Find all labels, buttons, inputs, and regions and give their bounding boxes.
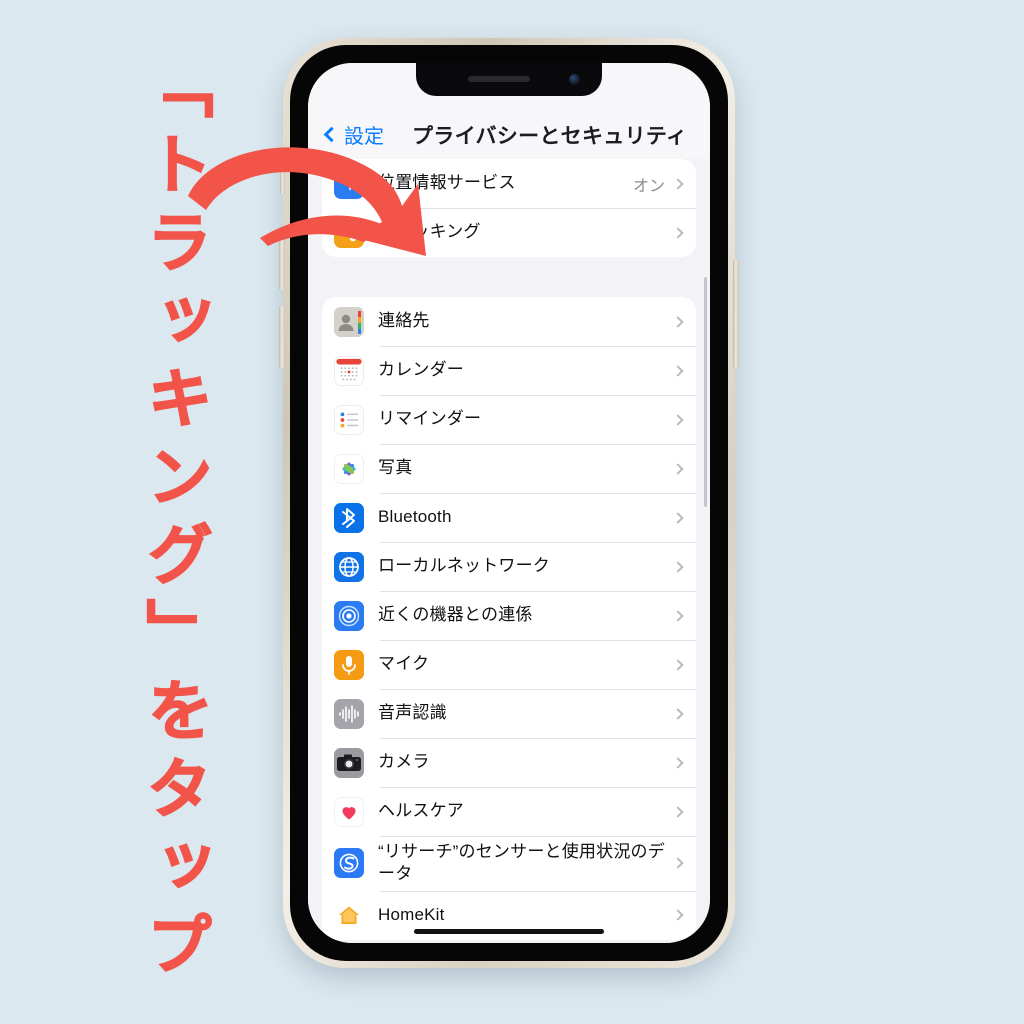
homekit-icon bbox=[334, 900, 364, 931]
bluetooth-icon bbox=[334, 502, 364, 533]
contacts-icon bbox=[334, 306, 364, 337]
settings-row[interactable]: 位置情報サービス オン bbox=[322, 159, 696, 208]
photos-icon bbox=[334, 453, 364, 484]
chevron-right-icon bbox=[672, 364, 684, 377]
settings-row-label: 音声認識 bbox=[378, 703, 447, 723]
back-button-label: 設定 bbox=[344, 126, 384, 148]
scrollbar[interactable] bbox=[704, 277, 707, 507]
settings-row-label: HomeKit bbox=[378, 905, 445, 925]
mute-switch-button[interactable] bbox=[280, 160, 285, 194]
nearby-interactions-icon bbox=[334, 600, 364, 631]
phone-screen: 設定 プライバシーとセキュリティ 位置情報サービス オントラッキング 連絡先カレンダ… bbox=[308, 63, 710, 943]
microphone-icon bbox=[334, 649, 364, 680]
settings-row-label: トラッキング bbox=[378, 222, 481, 242]
settings-row[interactable]: カメラ bbox=[322, 738, 696, 787]
page-title: プライバシーとセキュリティ bbox=[412, 125, 688, 148]
camera-icon bbox=[334, 747, 364, 778]
settings-row[interactable]: カレンダー bbox=[322, 346, 696, 395]
settings-row[interactable]: 音声認識 bbox=[322, 689, 696, 738]
chevron-left-icon bbox=[323, 126, 340, 143]
chevron-right-icon bbox=[672, 909, 684, 922]
settings-row[interactable]: 連絡先 bbox=[322, 297, 696, 346]
calendar-icon bbox=[334, 355, 364, 386]
annotation-text: 「トラッキング」をタップ bbox=[137, 51, 213, 989]
chevron-right-icon bbox=[672, 805, 684, 818]
settings-scroll-area[interactable]: 位置情報サービス オントラッキング 連絡先カレンダーリマインダー 写真 Bluetoot… bbox=[308, 159, 710, 943]
chevron-right-icon bbox=[672, 707, 684, 720]
power-button[interactable] bbox=[733, 260, 739, 368]
chevron-right-icon bbox=[672, 658, 684, 671]
reminders-icon bbox=[334, 404, 364, 435]
volume-up-button[interactable] bbox=[279, 228, 285, 290]
settings-row[interactable]: マイク bbox=[322, 640, 696, 689]
chevron-right-icon bbox=[672, 560, 684, 573]
front-camera-icon bbox=[569, 74, 580, 85]
chevron-right-icon bbox=[672, 511, 684, 524]
settings-row-label: 連絡先 bbox=[378, 311, 430, 331]
settings-row-label: マイク bbox=[378, 654, 430, 674]
settings-row-label: ローカルネットワーク bbox=[378, 556, 550, 576]
home-indicator[interactable] bbox=[414, 929, 604, 934]
settings-row-label: 近くの機器との連係 bbox=[378, 605, 533, 625]
settings-group: 連絡先カレンダーリマインダー 写真 Bluetooth ローカルネットワーク 近くの機器… bbox=[322, 297, 696, 940]
local-network-icon bbox=[334, 551, 364, 582]
chevron-right-icon bbox=[672, 857, 684, 870]
phone-bezel: 設定 プライバシーとセキュリティ 位置情報サービス オントラッキング 連絡先カレンダ… bbox=[290, 45, 728, 961]
settings-row-label: ヘルスケア bbox=[378, 801, 464, 821]
phone-mockup: 設定 プライバシーとセキュリティ 位置情報サービス オントラッキング 連絡先カレンダ… bbox=[279, 38, 739, 968]
settings-row[interactable]: 近くの機器との連係 bbox=[322, 591, 696, 640]
settings-row[interactable]: ヘルスケア bbox=[322, 787, 696, 836]
settings-row-label: 写真 bbox=[378, 458, 413, 478]
settings-group: 位置情報サービス オントラッキング bbox=[322, 159, 696, 257]
volume-down-button[interactable] bbox=[279, 306, 285, 368]
settings-row-label: リマインダー bbox=[378, 409, 482, 429]
settings-row[interactable]: Bluetooth bbox=[322, 493, 696, 542]
settings-row-label: Bluetooth bbox=[378, 507, 452, 527]
settings-row-label: カレンダー bbox=[378, 360, 464, 380]
earpiece-speaker-icon bbox=[468, 76, 530, 82]
tracking-icon bbox=[334, 217, 364, 248]
health-icon bbox=[334, 796, 364, 827]
settings-row-label: 位置情報サービス bbox=[378, 173, 516, 193]
chevron-right-icon bbox=[672, 177, 684, 190]
settings-row-label: カメラ bbox=[378, 752, 430, 772]
research-icon bbox=[334, 848, 364, 879]
settings-row[interactable]: “リサーチ”のセンサーと使用状況のデータ bbox=[322, 836, 696, 891]
chevron-right-icon bbox=[672, 315, 684, 328]
settings-row-value: オン bbox=[632, 177, 665, 195]
chevron-right-icon bbox=[672, 226, 684, 239]
back-button[interactable]: 設定 bbox=[323, 120, 384, 149]
chevron-right-icon bbox=[672, 462, 684, 475]
notch bbox=[416, 63, 602, 96]
chevron-right-icon bbox=[672, 756, 684, 769]
settings-row[interactable]: リマインダー bbox=[322, 395, 696, 444]
chevron-right-icon bbox=[672, 413, 684, 426]
settings-row-label: “リサーチ”のセンサーと使用状況のデータ bbox=[378, 842, 665, 884]
location-icon bbox=[334, 168, 364, 199]
speech-recognition-icon bbox=[334, 698, 364, 729]
settings-row[interactable]: ローカルネットワーク bbox=[322, 542, 696, 591]
settings-row[interactable]: トラッキング bbox=[322, 208, 696, 257]
chevron-right-icon bbox=[672, 609, 684, 622]
settings-row[interactable]: 写真 bbox=[322, 444, 696, 493]
